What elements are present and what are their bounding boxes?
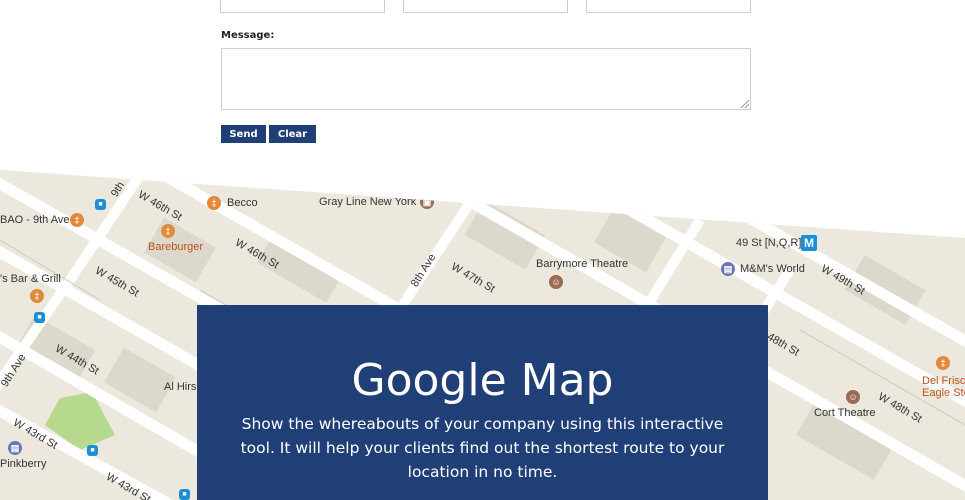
restaurant-icon[interactable]: ‡ [70,213,84,227]
clear-button[interactable]: Clear [269,125,316,143]
send-button[interactable]: Send [221,125,266,143]
resize-grip-icon[interactable] [741,100,749,108]
theatre-icon[interactable]: ☺ [846,390,860,404]
place-label: Al Hirs [164,381,197,393]
phone-field[interactable] [586,0,751,13]
camera-icon[interactable]: ▣ [420,195,434,209]
theatre-icon[interactable]: ☺ [549,275,563,289]
email-field[interactable] [403,0,568,13]
place-label: BAO - 9th Ave [0,214,70,226]
place-label: Cort Theatre [814,407,876,419]
bus-stop-icon[interactable]: ■ [87,445,98,456]
name-field[interactable] [220,0,385,13]
place-label: Bareburger [148,241,204,253]
panel-description: Show the whereabouts of your company usi… [240,415,725,481]
shopping-icon[interactable]: ▤ [8,441,22,455]
restaurant-icon[interactable]: ‡ [161,224,175,238]
place-label: Gray Line New York [319,196,417,208]
bus-stop-icon[interactable]: ■ [95,199,106,210]
map-info-panel: Google Map Show the whereabouts of your … [197,305,768,500]
place-label: 's Bar & Grill [0,273,61,285]
place-label: Pinkberry [0,458,47,470]
shopping-icon[interactable]: ▤ [721,262,735,276]
place-label: 49 St [N,Q,R] [736,237,802,249]
panel-title: Google Map [351,355,614,406]
place-label: Barrymore Theatre [536,258,629,270]
message-label: Message: [221,30,275,41]
bus-stop-icon[interactable]: ■ [34,312,45,323]
place-label: Eagle Ste [922,387,965,399]
place-label: M&M's World [740,263,805,275]
place-label: Becco [227,197,258,209]
restaurant-icon[interactable]: ‡ [936,356,950,370]
restaurant-icon[interactable]: ‡ [30,289,44,303]
bus-stop-icon[interactable]: ■ [179,489,190,500]
message-textarea[interactable] [221,48,751,110]
restaurant-icon[interactable]: ‡ [207,196,221,210]
subway-icon[interactable]: M [801,235,817,251]
place-label: Del Frisc [922,375,965,387]
